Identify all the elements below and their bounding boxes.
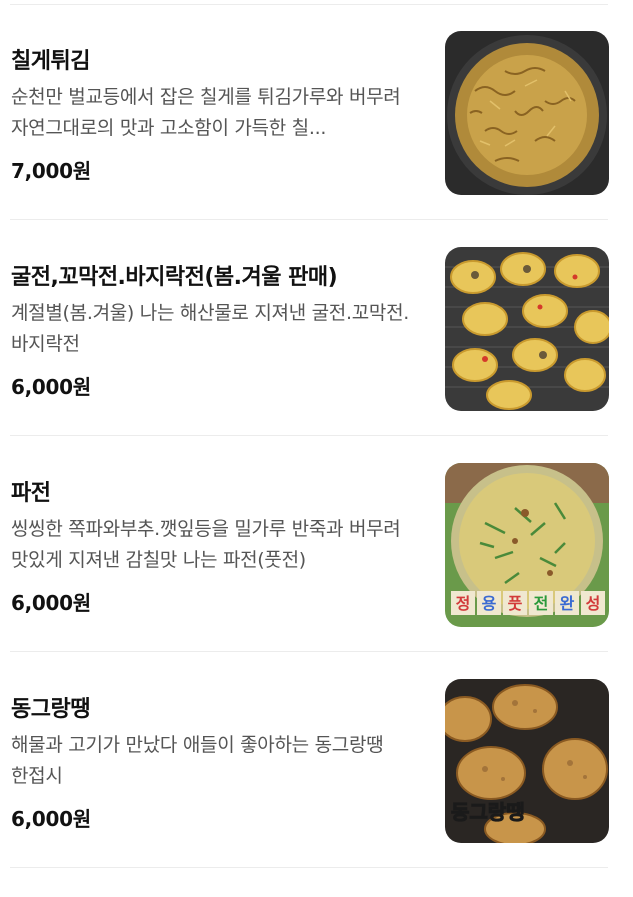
seafood-jeon-photo-icon xyxy=(445,247,609,411)
menu-item-name: 칠게튀김 xyxy=(11,49,90,74)
menu-item-description: 계절별(봄.겨울) 나는 해산물로 지져낸 굴전.꼬막전.바지락전 xyxy=(11,302,410,355)
photo-caption: 동그랑땡 xyxy=(451,800,525,824)
menu-item-description: 씽씽한 쪽파와부추.깻잎등을 밀가루 반죽과 버무려 맛있게 지져낸 감칠맛 나… xyxy=(11,518,401,571)
menu-item-name: 굴전,꼬막전.바지락전(봄.겨울 판매) xyxy=(11,265,338,290)
menu-item[interactable]: 파전 씽씽한 쪽파와부추.깻잎등을 밀가루 반죽과 버무려 맛있게 지져낸 감칠… xyxy=(0,451,633,667)
item-divider xyxy=(10,219,608,220)
pajeon-photo-icon: 정 용 풋 전 완 성 xyxy=(445,463,609,627)
menu-item-photo[interactable]: 정 용 풋 전 완 성 xyxy=(445,463,609,627)
menu-item-price: 7,000원 xyxy=(11,159,91,183)
meat-patty-photo-icon: 동그랑땡 xyxy=(445,679,609,843)
menu-item-description: 순천만 벌교등에서 잡은 칠게를 튀김가루와 버무려 자연그대로의 맛과 고소함… xyxy=(11,86,401,139)
item-divider xyxy=(10,435,608,436)
menu-item-photo[interactable] xyxy=(445,247,609,411)
menu-item-photo[interactable]: 동그랑땡 xyxy=(445,679,609,843)
menu-item-price: 6,000원 xyxy=(11,591,91,615)
svg-text:완: 완 xyxy=(560,594,575,613)
svg-text:용: 용 xyxy=(482,594,497,613)
menu-item-photo[interactable] xyxy=(445,31,609,195)
svg-text:정: 정 xyxy=(456,594,471,613)
menu-item[interactable]: 굴전,꼬막전.바지락전(봄.겨울 판매) 계절별(봄.겨울) 나는 해산물로 지… xyxy=(0,235,633,451)
menu-item-price: 6,000원 xyxy=(11,807,91,831)
fried-crab-photo-icon xyxy=(445,31,609,195)
menu-item-price: 6,000원 xyxy=(11,375,91,399)
svg-text:전: 전 xyxy=(534,594,549,613)
menu-item-name: 파전 xyxy=(11,481,51,506)
menu-item[interactable]: 칠게튀김 순천만 벌교등에서 잡은 칠게를 튀김가루와 버무려 자연그대로의 맛… xyxy=(0,19,633,235)
menu-item-description: 해물과 고기가 만났다 애들이 좋아하는 동그랑땡 한접시 xyxy=(11,734,384,787)
item-divider xyxy=(10,651,608,652)
item-divider xyxy=(10,867,608,868)
menu-item[interactable]: 동그랑땡 해물과 고기가 만났다 애들이 좋아하는 동그랑땡 한접시 6,000… xyxy=(0,667,633,883)
menu-item-name: 동그랑땡 xyxy=(11,697,90,722)
svg-text:성: 성 xyxy=(586,594,601,613)
top-divider xyxy=(10,4,608,5)
svg-text:풋: 풋 xyxy=(508,594,523,613)
